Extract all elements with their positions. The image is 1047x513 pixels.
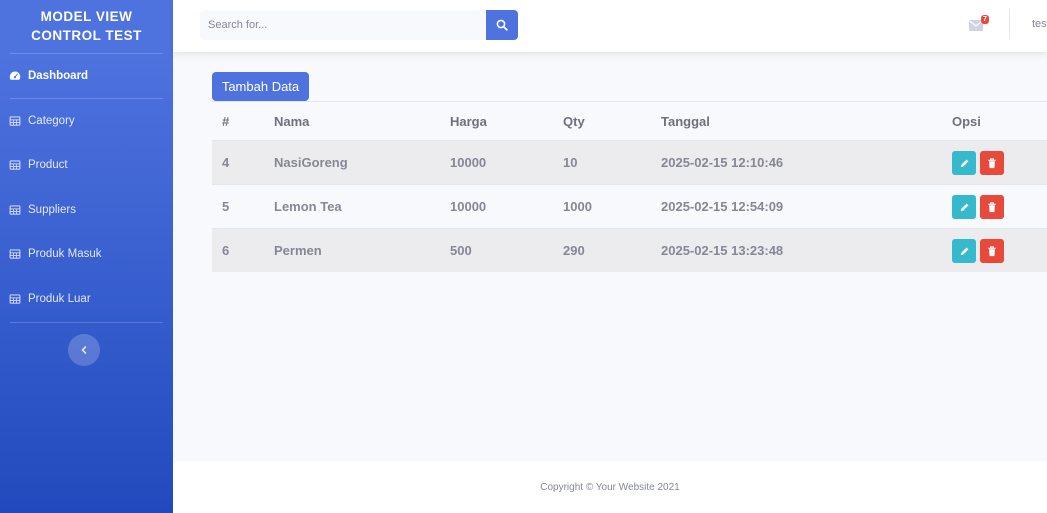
cell-tanggal: 2025-02-15 12:54:09 bbox=[661, 199, 784, 214]
sidebar-item-label: Produk Luar bbox=[28, 293, 91, 305]
footer: Copyright © Your Website 2021 bbox=[173, 462, 1047, 513]
delete-button[interactable] bbox=[980, 151, 1004, 175]
table-icon bbox=[9, 116, 21, 126]
brand-line-2: CONTROL TEST bbox=[31, 28, 142, 43]
data-table: # Nama Harga Qty Tanggal Opsi 4 NasiGore… bbox=[212, 101, 1047, 272]
trash-icon bbox=[988, 201, 996, 212]
sidebar-item-label: Suppliers bbox=[28, 204, 76, 216]
column-header-nama: Nama bbox=[274, 113, 310, 129]
sidebar-item-label: Category bbox=[28, 115, 75, 127]
sidebar-item-suppliers[interactable]: Suppliers bbox=[0, 192, 173, 228]
cell-id: 6 bbox=[222, 243, 230, 258]
dashboard-icon bbox=[9, 71, 21, 80]
cell-id: 4 bbox=[222, 155, 230, 170]
table-icon bbox=[9, 294, 21, 304]
sidebar-item-label: Product bbox=[28, 159, 68, 171]
table-header-row: # Nama Harga Qty Tanggal Opsi bbox=[212, 101, 1047, 140]
sidebar: MODEL VIEW CONTROL TEST Dashboard Catego… bbox=[0, 0, 173, 513]
edit-button[interactable] bbox=[952, 239, 976, 263]
table-row: 5 Lemon Tea 10000 1000 2025-02-15 12:54:… bbox=[212, 184, 1047, 228]
copyright-text: Copyright © Your Website 2021 bbox=[540, 482, 680, 493]
topbar-divider bbox=[1009, 8, 1010, 39]
sidebar-item-label: Dashboard bbox=[28, 70, 89, 82]
sidebar-brand[interactable]: MODEL VIEW CONTROL TEST bbox=[0, 0, 173, 52]
sidebar-item-product[interactable]: Product bbox=[0, 147, 173, 183]
cell-qty: 1000 bbox=[563, 199, 592, 214]
cell-qty: 10 bbox=[563, 155, 578, 170]
user-name[interactable]: test bbox=[1032, 18, 1047, 30]
table-row: 4 NasiGoreng 10000 10 2025-02-15 12:10:4… bbox=[212, 140, 1047, 184]
messages-button[interactable]: 7 bbox=[969, 15, 993, 35]
sidebar-divider bbox=[10, 53, 163, 54]
trash-icon bbox=[988, 157, 996, 168]
sidebar-item-label: Produk Masuk bbox=[28, 248, 102, 260]
pencil-icon bbox=[960, 159, 968, 167]
table-icon bbox=[9, 249, 21, 259]
messages-count-badge: 7 bbox=[981, 15, 989, 24]
column-header-tanggal: Tanggal bbox=[661, 113, 710, 129]
search-icon bbox=[496, 19, 508, 31]
cell-harga: 10000 bbox=[450, 199, 487, 214]
sidebar-toggle-button[interactable] bbox=[68, 334, 100, 366]
pencil-icon bbox=[960, 247, 968, 255]
search-button[interactable] bbox=[486, 10, 518, 40]
sidebar-item-produk-masuk[interactable]: Produk Masuk bbox=[0, 236, 173, 272]
cell-harga: 500 bbox=[450, 243, 472, 258]
pencil-icon bbox=[960, 203, 968, 211]
edit-button[interactable] bbox=[952, 195, 976, 219]
delete-button[interactable] bbox=[980, 195, 1004, 219]
add-data-button[interactable]: Tambah Data bbox=[212, 72, 309, 101]
brand-line-1: MODEL VIEW bbox=[40, 9, 133, 24]
table-icon bbox=[9, 205, 21, 215]
table-row: 6 Permen 500 290 2025-02-15 13:23:48 bbox=[212, 228, 1047, 272]
cell-nama: NasiGoreng bbox=[274, 155, 348, 170]
column-header-opsi: Opsi bbox=[952, 113, 981, 129]
cell-tanggal: 2025-02-15 13:23:48 bbox=[661, 243, 784, 258]
cell-harga: 10000 bbox=[450, 155, 487, 170]
chevron-left-icon bbox=[81, 346, 87, 354]
edit-button[interactable] bbox=[952, 151, 976, 175]
column-header-harga: Harga bbox=[450, 113, 487, 129]
cell-qty: 290 bbox=[563, 243, 585, 258]
trash-icon bbox=[988, 245, 996, 256]
sidebar-item-produk-luar[interactable]: Produk Luar bbox=[0, 281, 173, 317]
column-header-qty: Qty bbox=[563, 113, 585, 129]
cell-nama: Lemon Tea bbox=[274, 199, 342, 214]
column-header-number: # bbox=[222, 113, 230, 129]
search-input[interactable] bbox=[200, 10, 487, 40]
table-icon bbox=[9, 160, 21, 170]
topbar: 7 test bbox=[173, 0, 1047, 52]
sidebar-divider bbox=[10, 322, 163, 323]
cell-nama: Permen bbox=[274, 243, 322, 258]
cell-tanggal: 2025-02-15 12:10:46 bbox=[661, 155, 784, 170]
sidebar-divider bbox=[10, 98, 163, 99]
sidebar-item-dashboard[interactable]: Dashboard bbox=[0, 58, 173, 94]
cell-id: 5 bbox=[222, 199, 230, 214]
sidebar-item-category[interactable]: Category bbox=[0, 103, 173, 139]
delete-button[interactable] bbox=[980, 239, 1004, 263]
